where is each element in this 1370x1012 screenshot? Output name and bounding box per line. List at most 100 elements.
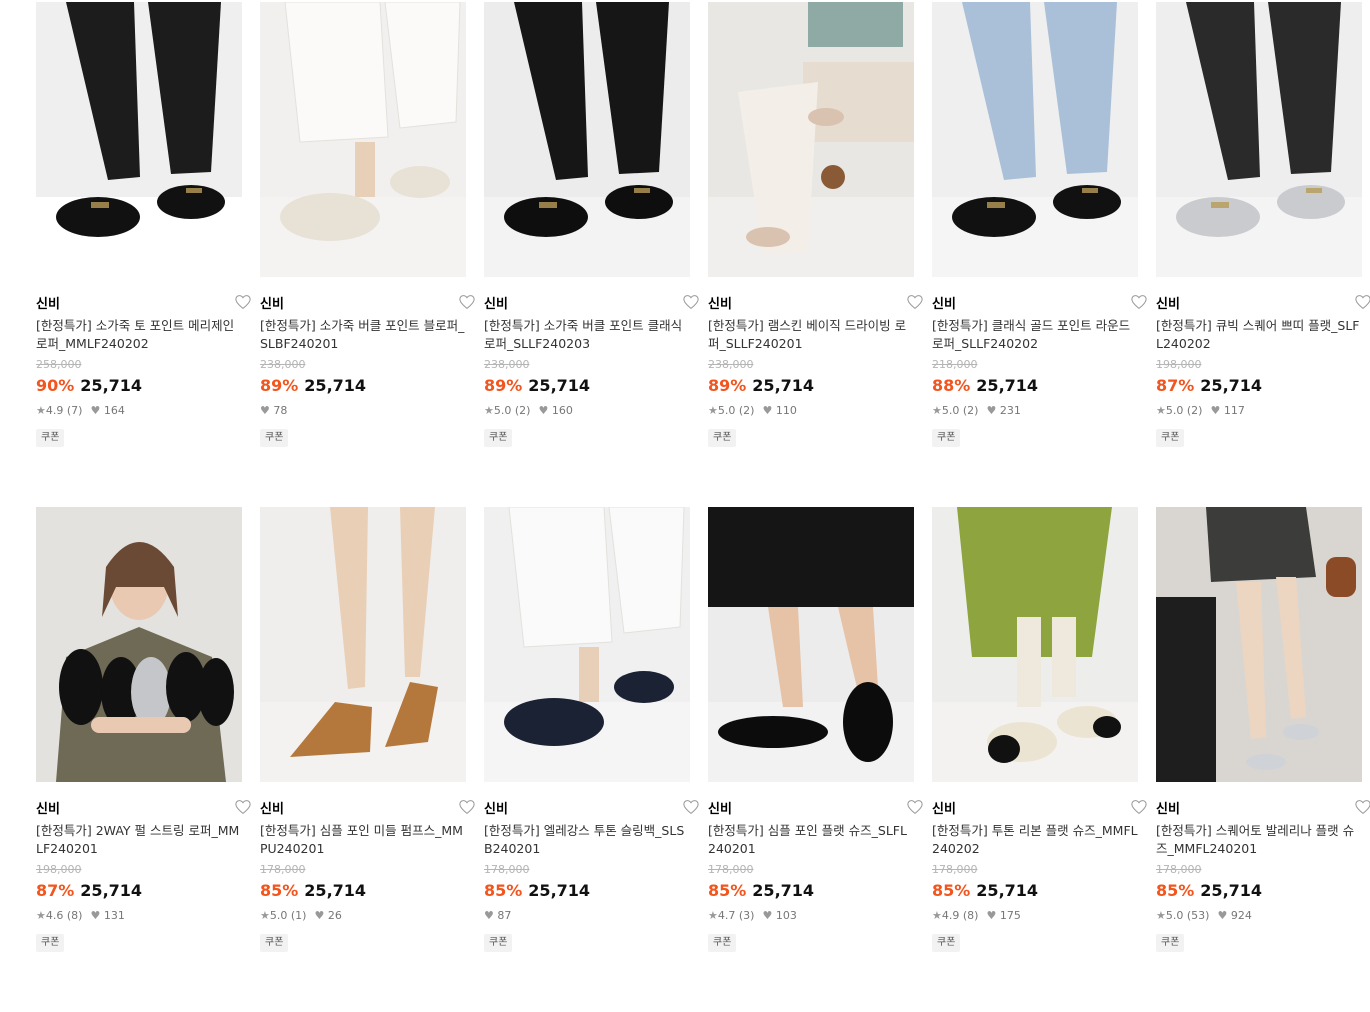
product-title[interactable]: [한정특가] 심플 포인 플랫 슈즈_SLFL240201 [708,822,914,858]
product-image[interactable] [36,2,242,277]
rating-text: 4.7 (3) [717,909,755,922]
discount-rate: 89% [260,376,299,395]
original-price: 198,000 [1156,358,1202,371]
like-count: 87 [497,909,512,922]
sale-price: 25,714 [528,376,591,395]
product-card[interactable]: 신비 [한정특가] 심플 포인 미들 펌프스_MMPU240201 178,00… [260,507,475,1012]
product-image[interactable] [932,507,1138,782]
rating-text: 4.9 (7) [45,404,83,417]
heart-icon[interactable] [458,293,476,311]
product-image[interactable] [708,507,914,782]
product-card[interactable]: 신비 [한정특가] 2WAY 펄 스트링 로퍼_MMLF240201 198,0… [36,507,251,1012]
coupon-badge: 쿠폰 [1156,429,1185,447]
product-title[interactable]: [한정특가] 2WAY 펄 스트링 로퍼_MMLF240201 [36,822,242,858]
product-photo [484,2,690,277]
product-image[interactable] [36,507,242,782]
brand-name[interactable]: 신비 [932,802,956,817]
like-count-icon: ♥ [90,909,101,922]
product-image[interactable] [260,2,466,277]
brand-name[interactable]: 신비 [1156,297,1180,312]
star-icon: ★ [708,909,718,922]
sale-price: 25,714 [752,881,815,900]
product-card[interactable]: 신비 [한정특가] 램스킨 베이직 드라이빙 로퍼_SLLF240201 238… [708,2,923,507]
product-card[interactable]: 신비 [한정특가] 큐빅 스퀘어 쁘띠 플랫_SLFL240202 198,00… [1156,2,1370,507]
product-card[interactable]: 신비 [한정특가] 클래식 골드 포인트 라운드 로퍼_SLLF240202 2… [932,2,1147,507]
like-count-icon: ♥ [762,909,773,922]
product-title[interactable]: [한정특가] 소가죽 버클 포인트 블로퍼_SLBF240201 [260,317,466,353]
product-card[interactable]: 신비 [한정특가] 소가죽 토 포인트 메리제인 로퍼_MMLF240202 2… [36,2,251,507]
heart-icon[interactable] [458,798,476,816]
coupon-badge: 쿠폰 [708,429,737,447]
product-title[interactable]: [한정특가] 소가죽 토 포인트 메리제인 로퍼_MMLF240202 [36,317,242,353]
product-photo [708,507,914,782]
rating-text: 5.0 (2) [941,404,979,417]
like-count: 231 [999,404,1021,417]
product-title[interactable]: [한정특가] 스퀘어토 발레리나 플랫 슈즈_MMFL240201 [1156,822,1362,858]
original-price: 178,000 [484,863,530,876]
product-title[interactable]: [한정특가] 큐빅 스퀘어 쁘띠 플랫_SLFL240202 [1156,317,1362,353]
like-count: 110 [775,404,797,417]
product-image[interactable] [1156,2,1362,277]
brand-name[interactable]: 신비 [260,297,284,312]
product-image[interactable] [708,2,914,277]
like-count-icon: ♥ [538,404,549,417]
brand-row: 신비 [484,798,699,817]
heart-icon[interactable] [234,293,252,311]
product-photo [932,507,1138,782]
like-count: 131 [103,909,125,922]
heart-icon[interactable] [1354,293,1370,311]
brand-name[interactable]: 신비 [484,297,508,312]
product-card[interactable]: 신비 [한정특가] 소가죽 버클 포인트 클래식 로퍼_SLLF240203 2… [484,2,699,507]
sale-price: 25,714 [752,376,815,395]
heart-icon[interactable] [682,798,700,816]
brand-name[interactable]: 신비 [1156,802,1180,817]
product-card[interactable]: 신비 [한정특가] 심플 포인 플랫 슈즈_SLFL240201 178,000… [708,507,923,1012]
product-photo [932,2,1138,277]
review-meta: ★5.0 (2) ♥ 231 [932,403,1138,419]
price-row: 89% 25,714 [708,375,914,397]
price-row: 87% 25,714 [36,880,242,902]
product-title[interactable]: [한정특가] 투톤 리본 플랫 슈즈_MMFL240202 [932,822,1138,858]
rating-text: 5.0 (2) [717,404,755,417]
price-row: 85% 25,714 [1156,880,1362,902]
discount-rate: 87% [36,881,75,900]
original-price: 218,000 [932,358,978,371]
product-card[interactable]: 신비 [한정특가] 스퀘어토 발레리나 플랫 슈즈_MMFL240201 178… [1156,507,1370,1012]
product-card[interactable]: 신비 [한정특가] 투톤 리본 플랫 슈즈_MMFL240202 178,000… [932,507,1147,1012]
product-image[interactable] [260,507,466,782]
heart-icon[interactable] [906,798,924,816]
product-image[interactable] [484,507,690,782]
heart-icon[interactable] [1130,798,1148,816]
like-count-icon: ♥ [1217,909,1228,922]
sale-price: 25,714 [528,881,591,900]
brand-name[interactable]: 신비 [484,802,508,817]
heart-icon[interactable] [682,293,700,311]
coupon-badge: 쿠폰 [708,934,737,952]
price-row: 85% 25,714 [708,880,914,902]
heart-icon[interactable] [906,293,924,311]
original-price: 178,000 [708,863,754,876]
brand-name[interactable]: 신비 [708,802,732,817]
brand-row: 신비 [484,293,699,312]
sale-price: 25,714 [80,376,143,395]
heart-icon[interactable] [1130,293,1148,311]
product-title[interactable]: [한정특가] 소가죽 버클 포인트 클래식 로퍼_SLLF240203 [484,317,690,353]
product-image[interactable] [932,2,1138,277]
product-image[interactable] [484,2,690,277]
brand-name[interactable]: 신비 [36,297,60,312]
brand-name[interactable]: 신비 [36,802,60,817]
brand-name[interactable]: 신비 [260,802,284,817]
brand-name[interactable]: 신비 [708,297,732,312]
product-title[interactable]: [한정특가] 엘레강스 투톤 슬링백_SLSB240201 [484,822,690,858]
product-title[interactable]: [한정특가] 램스킨 베이직 드라이빙 로퍼_SLLF240201 [708,317,914,353]
product-title[interactable]: [한정특가] 클래식 골드 포인트 라운드 로퍼_SLLF240202 [932,317,1138,353]
brand-name[interactable]: 신비 [932,297,956,312]
heart-icon[interactable] [1354,798,1370,816]
product-title[interactable]: [한정특가] 심플 포인 미들 펌프스_MMPU240201 [260,822,466,858]
product-card[interactable]: 신비 [한정특가] 엘레강스 투톤 슬링백_SLSB240201 178,000… [484,507,699,1012]
heart-icon[interactable] [234,798,252,816]
product-image[interactable] [1156,507,1362,782]
sale-price: 25,714 [304,881,367,900]
sale-price: 25,714 [1200,881,1263,900]
product-card[interactable]: 신비 [한정특가] 소가죽 버클 포인트 블로퍼_SLBF240201 238,… [260,2,475,507]
